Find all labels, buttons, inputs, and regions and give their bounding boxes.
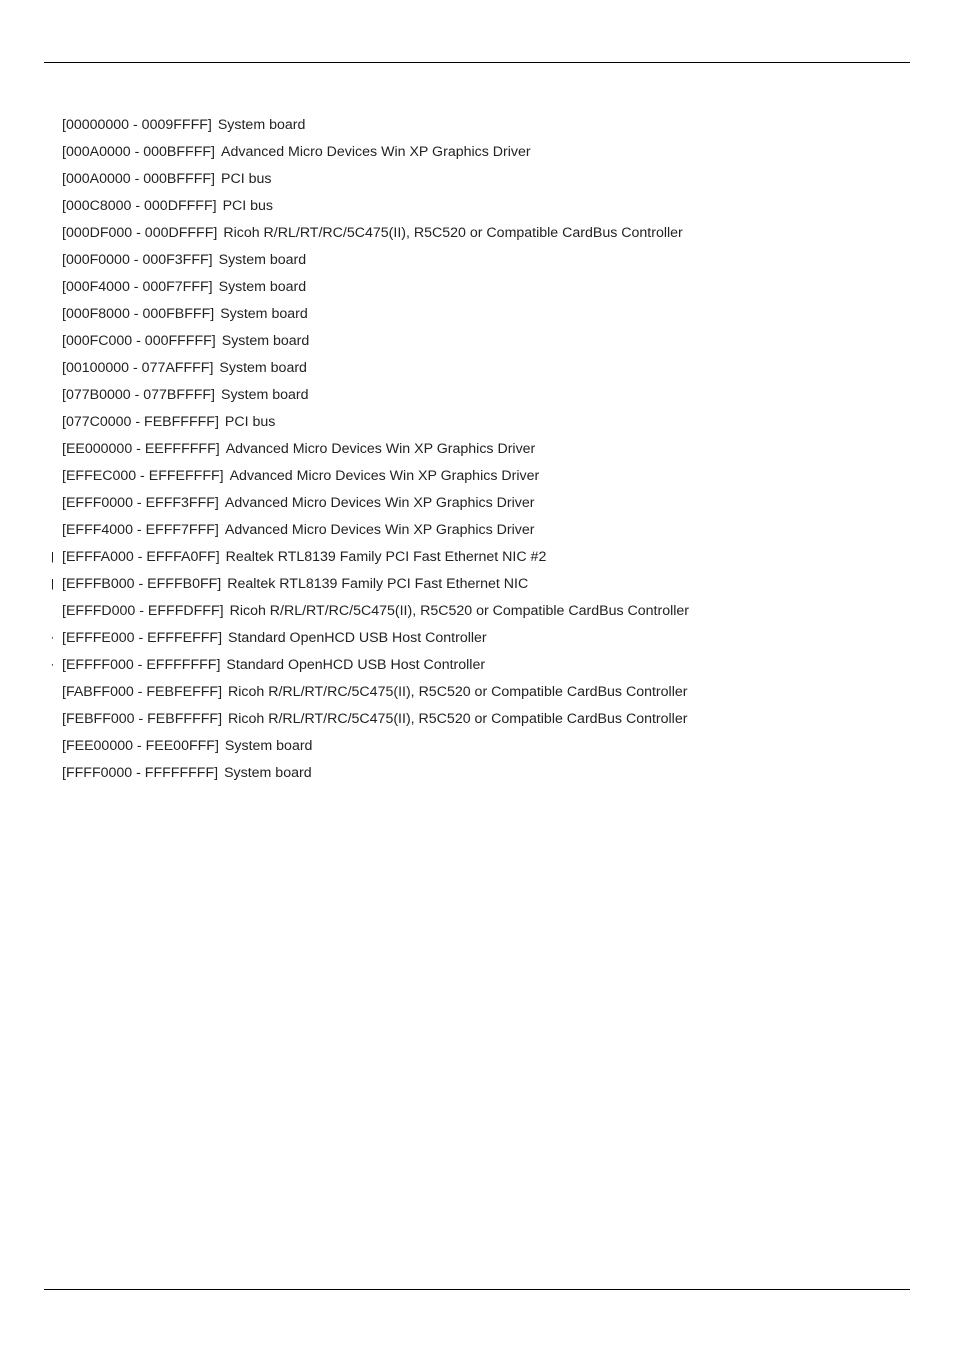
memory-address-range: [EFFF4000 - EFFF7FFF] — [60, 517, 225, 544]
memory-address-range: [000F8000 - 000FBFFF] — [60, 301, 220, 328]
memory-resource-row: [EFFF4000 - EFFF7FFF]Advanced Micro Devi… — [44, 517, 954, 544]
device-name: Standard OpenHCD USB Host Controller — [228, 625, 487, 652]
memory-resource-row: [000F8000 - 000FBFFF]System board — [44, 301, 954, 328]
memory-resource-row: [000C8000 - 000DFFFF]PCI bus — [44, 193, 954, 220]
memory-address-range: [EFFFB000 - EFFFB0FF] — [60, 571, 227, 598]
device-name: Ricoh R/RL/RT/RC/5C475(II), R5C520 or Co… — [223, 220, 682, 247]
device-name: System board — [220, 301, 308, 328]
memory-address-range: [000F4000 - 000F7FFF] — [60, 274, 219, 301]
device-name: System board — [218, 112, 306, 139]
document-page: [00000000 - 0009FFFF]System board[000A00… — [0, 0, 954, 1352]
device-name: System board — [224, 760, 312, 787]
memory-address-range: [EFFFE000 - EFFFEFFF] — [60, 625, 228, 652]
memory-address-range: [EFFFF000 - EFFFFFFF] — [60, 652, 226, 679]
row-marker-icon: | — [44, 571, 60, 598]
device-name: Realtek RTL8139 Family PCI Fast Ethernet… — [226, 544, 547, 571]
device-name: PCI bus — [225, 409, 275, 436]
memory-resource-row: [077B0000 - 077BFFFF]System board — [44, 382, 954, 409]
device-name: System board — [219, 247, 307, 274]
memory-address-range: [FEE00000 - FEE00FFF] — [60, 733, 225, 760]
memory-address-range: [00100000 - 077AFFFF] — [60, 355, 219, 382]
memory-resource-row: [000F4000 - 000F7FFF]System board — [44, 274, 954, 301]
device-name: PCI bus — [221, 166, 271, 193]
memory-address-range: [EE000000 - EEFFFFFF] — [60, 436, 226, 463]
bottom-horizontal-rule — [44, 1289, 910, 1290]
row-marker-icon: | — [44, 544, 60, 571]
device-name: Standard OpenHCD USB Host Controller — [226, 652, 485, 679]
memory-resource-row: [EFFFD000 - EFFFDFFF]Ricoh R/RL/RT/RC/5C… — [44, 598, 954, 625]
memory-resource-row: [000F0000 - 000F3FFF]System board — [44, 247, 954, 274]
device-name: Ricoh R/RL/RT/RC/5C475(II), R5C520 or Co… — [230, 598, 689, 625]
memory-resource-row: [EFFEC000 - EFFEFFFF]Advanced Micro Devi… — [44, 463, 954, 490]
device-name: Realtek RTL8139 Family PCI Fast Ethernet… — [227, 571, 528, 598]
memory-address-range: [EFFFA000 - EFFFA0FF] — [60, 544, 226, 571]
memory-address-range: [000DF000 - 000DFFFF] — [60, 220, 223, 247]
device-name: System board — [222, 328, 310, 355]
top-horizontal-rule — [44, 62, 910, 63]
memory-address-range: [EFFFD000 - EFFFDFFF] — [60, 598, 230, 625]
memory-resource-row: |[EFFFA000 - EFFFA0FF]Realtek RTL8139 Fa… — [44, 544, 954, 571]
memory-address-range: [000A0000 - 000BFFFF] — [60, 139, 221, 166]
device-name: Advanced Micro Devices Win XP Graphics D… — [225, 490, 535, 517]
memory-resource-row: [000A0000 - 000BFFFF]PCI bus — [44, 166, 954, 193]
device-name: Ricoh R/RL/RT/RC/5C475(II), R5C520 or Co… — [228, 706, 687, 733]
memory-address-range: [EFFEC000 - EFFEFFFF] — [60, 463, 230, 490]
memory-resource-row: [EFFF0000 - EFFF3FFF]Advanced Micro Devi… — [44, 490, 954, 517]
memory-resource-row: |[EFFFB000 - EFFFB0FF]Realtek RTL8139 Fa… — [44, 571, 954, 598]
memory-resource-list: [00000000 - 0009FFFF]System board[000A00… — [44, 112, 954, 787]
memory-address-range: [FEBFF000 - FEBFFFFF] — [60, 706, 228, 733]
memory-address-range: [000F0000 - 000F3FFF] — [60, 247, 219, 274]
device-name: System board — [219, 274, 307, 301]
memory-resource-row: [FEE00000 - FEE00FFF]System board — [44, 733, 954, 760]
device-name: PCI bus — [223, 193, 273, 220]
memory-resource-row: ·[EFFFF000 - EFFFFFFF]Standard OpenHCD U… — [44, 652, 954, 679]
memory-resource-row: [00100000 - 077AFFFF]System board — [44, 355, 954, 382]
memory-resource-row: [000FC000 - 000FFFFF]System board — [44, 328, 954, 355]
memory-address-range: [FABFF000 - FEBFEFFF] — [60, 679, 228, 706]
device-name: System board — [225, 733, 313, 760]
memory-resource-row: [EE000000 - EEFFFFFF]Advanced Micro Devi… — [44, 436, 954, 463]
row-marker-icon: · — [44, 652, 60, 679]
memory-resource-row: [FFFF0000 - FFFFFFFF]System board — [44, 760, 954, 787]
memory-resource-row: [000A0000 - 000BFFFF]Advanced Micro Devi… — [44, 139, 954, 166]
device-name: System board — [221, 382, 309, 409]
memory-resource-row: [FEBFF000 - FEBFFFFF]Ricoh R/RL/RT/RC/5C… — [44, 706, 954, 733]
device-name: Advanced Micro Devices Win XP Graphics D… — [226, 436, 536, 463]
memory-address-range: [077B0000 - 077BFFFF] — [60, 382, 221, 409]
row-marker-icon: · — [44, 625, 60, 652]
memory-address-range: [000C8000 - 000DFFFF] — [60, 193, 223, 220]
device-name: System board — [219, 355, 307, 382]
memory-address-range: [000A0000 - 000BFFFF] — [60, 166, 221, 193]
memory-address-range: [FFFF0000 - FFFFFFFF] — [60, 760, 224, 787]
device-name: Ricoh R/RL/RT/RC/5C475(II), R5C520 or Co… — [228, 679, 687, 706]
memory-resource-row: [00000000 - 0009FFFF]System board — [44, 112, 954, 139]
memory-resource-row: [FABFF000 - FEBFEFFF]Ricoh R/RL/RT/RC/5C… — [44, 679, 954, 706]
memory-resource-row: ·[EFFFE000 - EFFFEFFF]Standard OpenHCD U… — [44, 625, 954, 652]
memory-address-range: [077C0000 - FEBFFFFF] — [60, 409, 225, 436]
memory-resource-row: [077C0000 - FEBFFFFF]PCI bus — [44, 409, 954, 436]
device-name: Advanced Micro Devices Win XP Graphics D… — [230, 463, 540, 490]
memory-address-range: [000FC000 - 000FFFFF] — [60, 328, 222, 355]
device-name: Advanced Micro Devices Win XP Graphics D… — [225, 517, 535, 544]
device-name: Advanced Micro Devices Win XP Graphics D… — [221, 139, 531, 166]
memory-resource-row: [000DF000 - 000DFFFF]Ricoh R/RL/RT/RC/5C… — [44, 220, 954, 247]
memory-address-range: [00000000 - 0009FFFF] — [60, 112, 218, 139]
memory-address-range: [EFFF0000 - EFFF3FFF] — [60, 490, 225, 517]
